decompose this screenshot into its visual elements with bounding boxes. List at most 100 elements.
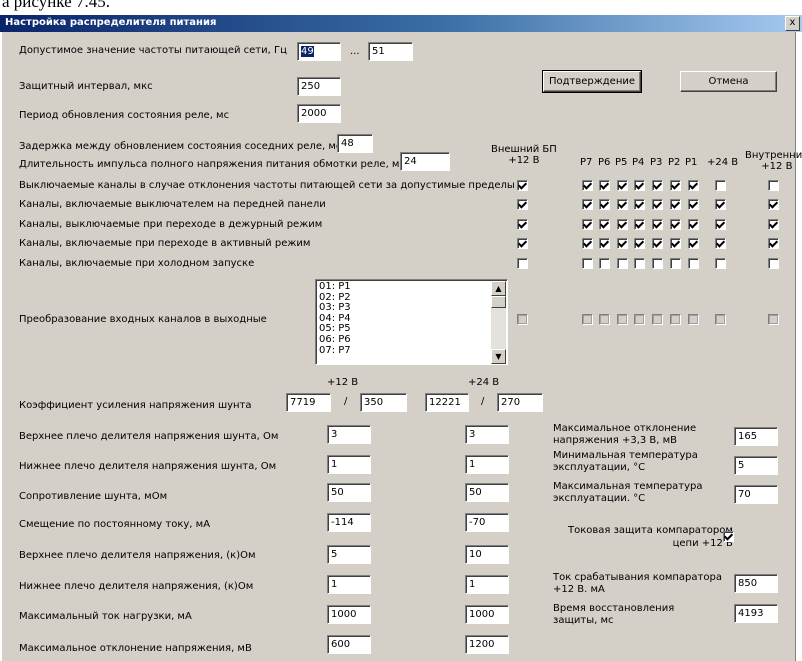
channel-checkbox-p5[interactable]	[617, 219, 628, 230]
channel-checkbox-p1[interactable]	[688, 180, 699, 191]
confirm-button[interactable]: Подтверждение	[542, 70, 642, 93]
param-12v-input[interactable]: 50	[327, 483, 371, 502]
param-12v-input[interactable]: 1	[327, 575, 371, 594]
param-24v-input[interactable]: 3	[465, 425, 509, 444]
cmp-label: Токовая защита компаратором цепи +12 В	[568, 525, 733, 549]
param-24v-input[interactable]: 1	[465, 455, 509, 474]
channel-checkbox-p6[interactable]	[599, 238, 610, 249]
shunt-gain-24v-den-input[interactable]: 270	[497, 393, 543, 412]
list-item[interactable]: 06: P6	[319, 334, 351, 346]
channel-checkbox-ext-12v[interactable]	[517, 199, 528, 210]
param-12v-input[interactable]: -114	[327, 513, 371, 532]
param-12v-input[interactable]: 1000	[327, 605, 371, 624]
channel-checkbox-p2[interactable]	[670, 180, 681, 191]
channel-checkbox-p6[interactable]	[599, 199, 610, 210]
param-12v-input[interactable]: 1	[327, 455, 371, 474]
channel-checkbox-p2[interactable]	[670, 219, 681, 230]
dev33-input[interactable]: 165	[734, 427, 778, 446]
channel-checkbox-int-12v[interactable]	[768, 219, 779, 230]
freq-min-input[interactable]: 49	[297, 42, 341, 61]
channel-checkbox-p3[interactable]	[652, 199, 663, 210]
cancel-button[interactable]: Отмена	[680, 71, 777, 92]
channel-checkbox-p2[interactable]	[670, 199, 681, 210]
channel-checkbox-p6[interactable]	[599, 180, 610, 191]
shunt-24v-header: +24 В	[468, 377, 500, 388]
param-24v-input[interactable]: 1000	[465, 605, 509, 624]
channel-checkbox-p1[interactable]	[688, 258, 699, 269]
list-item[interactable]: 01: P1	[319, 281, 351, 293]
conversion-listbox[interactable]: 01: P1 02: P2 03: P3 04: P4 05: P5 06: P…	[315, 279, 508, 365]
trip-input[interactable]: 850	[734, 574, 778, 593]
channel-checkbox-p4[interactable]	[634, 219, 645, 230]
param-24v-input[interactable]: 1	[465, 575, 509, 594]
window-title: Настройка распределителя питания	[5, 17, 217, 28]
shunt-gain-12v-num-input[interactable]: 7719	[286, 393, 331, 412]
channel-checkbox-p4[interactable]	[634, 238, 645, 249]
channel-checkbox-ext-12v[interactable]	[517, 238, 528, 249]
channel-checkbox-int-12v[interactable]	[768, 258, 779, 269]
channel-row-label: Каналы, включаемые при переходе в активн…	[19, 238, 311, 249]
channel-checkbox-p5[interactable]	[617, 258, 628, 269]
channel-checkbox-int-12v[interactable]	[768, 180, 779, 191]
channel-checkbox-ext-12v[interactable]	[517, 219, 528, 230]
channel-checkbox-p7[interactable]	[582, 180, 593, 191]
channel-checkbox-int-12v[interactable]	[768, 199, 779, 210]
param-12v-input[interactable]: 3	[327, 425, 371, 444]
channel-checkbox-p7[interactable]	[582, 199, 593, 210]
channel-checkbox-p1[interactable]	[688, 238, 699, 249]
shunt-gain-24v-num-input[interactable]: 12221	[425, 393, 469, 412]
relay-period-input[interactable]: 2000	[297, 104, 341, 123]
param-24v-input[interactable]: 50	[465, 483, 509, 502]
param-12v-input[interactable]: 600	[327, 635, 371, 654]
param-row-label: Максимальное отклонение напряжения, мВ	[19, 643, 252, 654]
channel-checkbox-p3[interactable]	[652, 219, 663, 230]
channel-checkbox-int-12v[interactable]	[768, 238, 779, 249]
tmin-input[interactable]: 5	[734, 456, 778, 475]
channel-checkbox-p5[interactable]	[617, 180, 628, 191]
recover-input[interactable]: 4193	[734, 604, 778, 623]
relay-delay-input[interactable]: 48	[337, 134, 373, 153]
scroll-down-icon[interactable]: ▼	[491, 349, 506, 364]
channel-checkbox-24v[interactable]	[715, 238, 726, 249]
channel-checkbox-p5[interactable]	[617, 238, 628, 249]
channel-checkbox-p6[interactable]	[599, 258, 610, 269]
channel-checkbox-p5[interactable]	[617, 199, 628, 210]
channel-checkbox-p2[interactable]	[670, 258, 681, 269]
channel-checkbox-p4[interactable]	[634, 180, 645, 191]
channel-checkbox-24v[interactable]	[715, 219, 726, 230]
channel-checkbox-p4[interactable]	[634, 258, 645, 269]
channel-checkbox-p7[interactable]	[582, 258, 593, 269]
channel-checkbox-24v[interactable]	[715, 180, 726, 191]
channel-checkbox-ext-12v[interactable]	[517, 180, 528, 191]
channel-checkbox-p1[interactable]	[688, 199, 699, 210]
channel-checkbox-p4[interactable]	[634, 199, 645, 210]
param-24v-input[interactable]: 10	[465, 545, 509, 564]
scroll-thumb[interactable]	[491, 296, 506, 308]
param-24v-input[interactable]: 1200	[465, 635, 509, 654]
channel-checkbox-24v[interactable]	[715, 258, 726, 269]
channel-checkbox-p7[interactable]	[582, 219, 593, 230]
channel-checkbox-p7[interactable]	[582, 238, 593, 249]
channel-checkbox-p3[interactable]	[652, 238, 663, 249]
channel-checkbox-p3[interactable]	[652, 180, 663, 191]
scroll-up-icon[interactable]: ▲	[491, 281, 506, 296]
param-12v-input[interactable]: 5	[327, 545, 371, 564]
channel-checkbox-24v[interactable]	[715, 199, 726, 210]
shunt-gain-12v-den-input[interactable]: 350	[360, 393, 407, 412]
guard-input[interactable]: 250	[297, 77, 341, 96]
close-icon[interactable]: x	[785, 16, 800, 31]
pulse-input[interactable]: 24	[400, 152, 450, 171]
param-24v-input[interactable]: -70	[465, 513, 509, 532]
tmax-input[interactable]: 70	[734, 485, 778, 504]
channel-checkbox-p3[interactable]	[652, 258, 663, 269]
window-title-bar[interactable]: Настройка распределителя питания x	[0, 15, 802, 32]
channel-checkbox-ext-12v[interactable]	[517, 258, 528, 269]
col-int-12v-header: Внутренний +12 В	[745, 150, 802, 172]
freq-max-input[interactable]: 51	[368, 42, 413, 61]
channel-checkbox-p1[interactable]	[688, 219, 699, 230]
channel-checkbox-p6[interactable]	[599, 219, 610, 230]
cmp-checkbox[interactable]	[723, 531, 734, 542]
listbox-scrollbar[interactable]: ▲ ▼	[491, 281, 506, 364]
channel-checkbox-p2[interactable]	[670, 238, 681, 249]
list-item[interactable]: 07: P7	[319, 345, 351, 357]
